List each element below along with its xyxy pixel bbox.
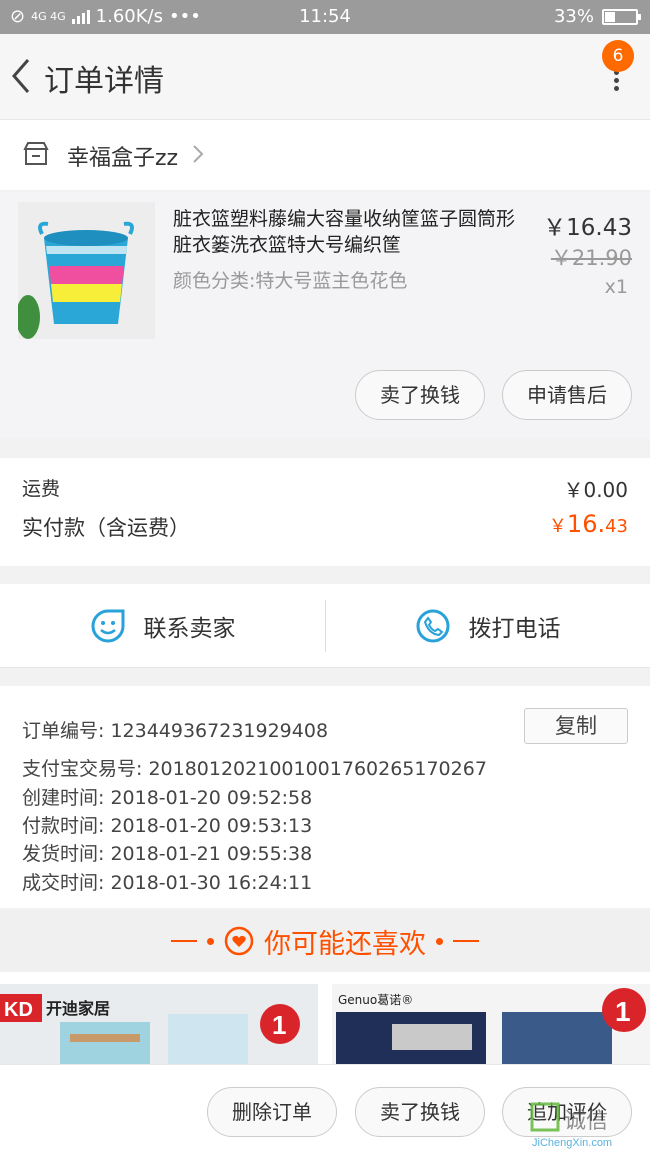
deco-dot bbox=[207, 937, 214, 945]
product-original-price: ￥21.90 bbox=[550, 246, 632, 270]
delete-order-button[interactable]: 删除订单 bbox=[207, 1087, 337, 1137]
recommend-header: 你可能还喜欢 bbox=[0, 910, 650, 972]
heart-icon bbox=[224, 926, 254, 956]
deco-dot bbox=[436, 937, 443, 945]
copy-button[interactable]: 复制 bbox=[524, 708, 628, 744]
contact-seller-button[interactable]: 联系卖家 bbox=[0, 584, 325, 668]
page-title: 订单详情 bbox=[44, 64, 164, 99]
total-currency: ￥ bbox=[548, 516, 567, 537]
svg-text:1: 1 bbox=[615, 996, 631, 1027]
product-card[interactable]: 脏衣篮塑料藤编大容量收纳筐篮子圆筒形脏衣篓洗衣篮特大号编织筐 颜色分类:特大号蓝… bbox=[0, 192, 650, 438]
product-image[interactable] bbox=[18, 202, 155, 339]
laundry-basket-image bbox=[18, 202, 155, 339]
total-decimal: 43 bbox=[605, 516, 628, 537]
shipped-time: 发货时间: 2018-01-21 09:55:38 bbox=[22, 843, 313, 865]
recommend-list: KD 开迪家居 1 Genuo葛诺® 1 bbox=[0, 972, 650, 1064]
watermark-domain: JiChengXin.com bbox=[532, 1137, 612, 1149]
contact-seller-label: 联系卖家 bbox=[143, 616, 236, 642]
nav-header: 订单详情 6 bbox=[0, 34, 650, 120]
product-price: ￥16.43 bbox=[543, 215, 632, 241]
after-sale-button[interactable]: 申请售后 bbox=[502, 370, 632, 420]
shop-row[interactable]: 幸福盒子zz bbox=[0, 120, 650, 190]
fee-summary: 运费 ￥0.00 实付款（含运费） ￥16.43 bbox=[0, 458, 650, 566]
product-quantity: x1 bbox=[604, 276, 628, 298]
total-paid-value: ￥16.43 bbox=[549, 510, 628, 538]
total-integer: 16. bbox=[566, 510, 606, 538]
more-menu-icon[interactable] bbox=[612, 70, 620, 92]
call-phone-button[interactable]: 拨打电话 bbox=[325, 584, 650, 668]
completed-time: 成交时间: 2018-01-30 16:24:11 bbox=[22, 872, 313, 894]
watermark-logo: 诚信 JiChengXin.com bbox=[530, 1102, 612, 1149]
total-paid-label: 实付款（含运费） bbox=[22, 516, 190, 540]
order-number: 订单编号: 123449367231929408 bbox=[22, 720, 329, 742]
watermark-text: 诚信 bbox=[564, 1109, 608, 1134]
chevron-right-icon bbox=[193, 145, 204, 163]
notification-badge: 6 bbox=[602, 40, 634, 72]
contact-bar: 联系卖家 拨打电话 bbox=[0, 584, 650, 668]
phone-icon bbox=[416, 609, 449, 643]
sell-for-cash-button[interactable]: 卖了换钱 bbox=[355, 1087, 485, 1137]
battery-percent: 33% bbox=[553, 6, 594, 27]
kd-logo-text: KD bbox=[4, 999, 33, 1021]
clock: 11:54 bbox=[299, 6, 351, 27]
product-spec: 颜色分类:特大号蓝主色花色 bbox=[173, 270, 408, 292]
shipping-value: ￥0.00 bbox=[563, 478, 628, 502]
product-title[interactable]: 脏衣篮塑料藤编大容量收纳筐篮子圆筒形脏衣篓洗衣篮特大号编织筐 bbox=[173, 206, 523, 258]
wardrobe-image: KD 开迪家居 1 bbox=[0, 984, 318, 1064]
shop-icon bbox=[23, 142, 49, 165]
wardrobe-image: Genuo葛诺® 1 bbox=[332, 984, 650, 1064]
order-info: 订单编号: 123449367231929408 复制 支付宝交易号: 2018… bbox=[0, 686, 650, 908]
brand-a-text: 开迪家居 bbox=[46, 999, 110, 1018]
deco-line bbox=[171, 940, 197, 942]
back-arrow-icon[interactable] bbox=[8, 56, 34, 96]
alipay-trade-number: 支付宝交易号: 2018012021001001760265170267 bbox=[22, 758, 487, 780]
recommend-item[interactable]: KD 开迪家居 1 bbox=[0, 984, 318, 1064]
created-time: 创建时间: 2018-01-20 09:52:58 bbox=[22, 787, 313, 809]
battery-icon bbox=[602, 8, 641, 25]
paid-time: 付款时间: 2018-01-20 09:53:13 bbox=[22, 815, 313, 837]
svg-text:1: 1 bbox=[272, 1010, 286, 1040]
shop-name: 幸福盒子zz bbox=[67, 146, 179, 171]
shipping-label: 运费 bbox=[22, 478, 61, 500]
recommend-item[interactable]: Genuo葛诺® 1 bbox=[332, 984, 650, 1064]
deco-line bbox=[453, 940, 479, 942]
brand-b-text: Genuo葛诺® bbox=[338, 993, 413, 1007]
chat-smiley-icon bbox=[91, 609, 124, 643]
call-phone-label: 拨打电话 bbox=[468, 616, 561, 642]
recommend-title: 你可能还喜欢 bbox=[264, 928, 426, 960]
sell-for-cash-button[interactable]: 卖了换钱 bbox=[355, 370, 485, 420]
status-bar: ⊘ 4G 4G 1.60K/s ••• 11:54 33% bbox=[0, 0, 650, 34]
battery-fill bbox=[605, 11, 615, 22]
